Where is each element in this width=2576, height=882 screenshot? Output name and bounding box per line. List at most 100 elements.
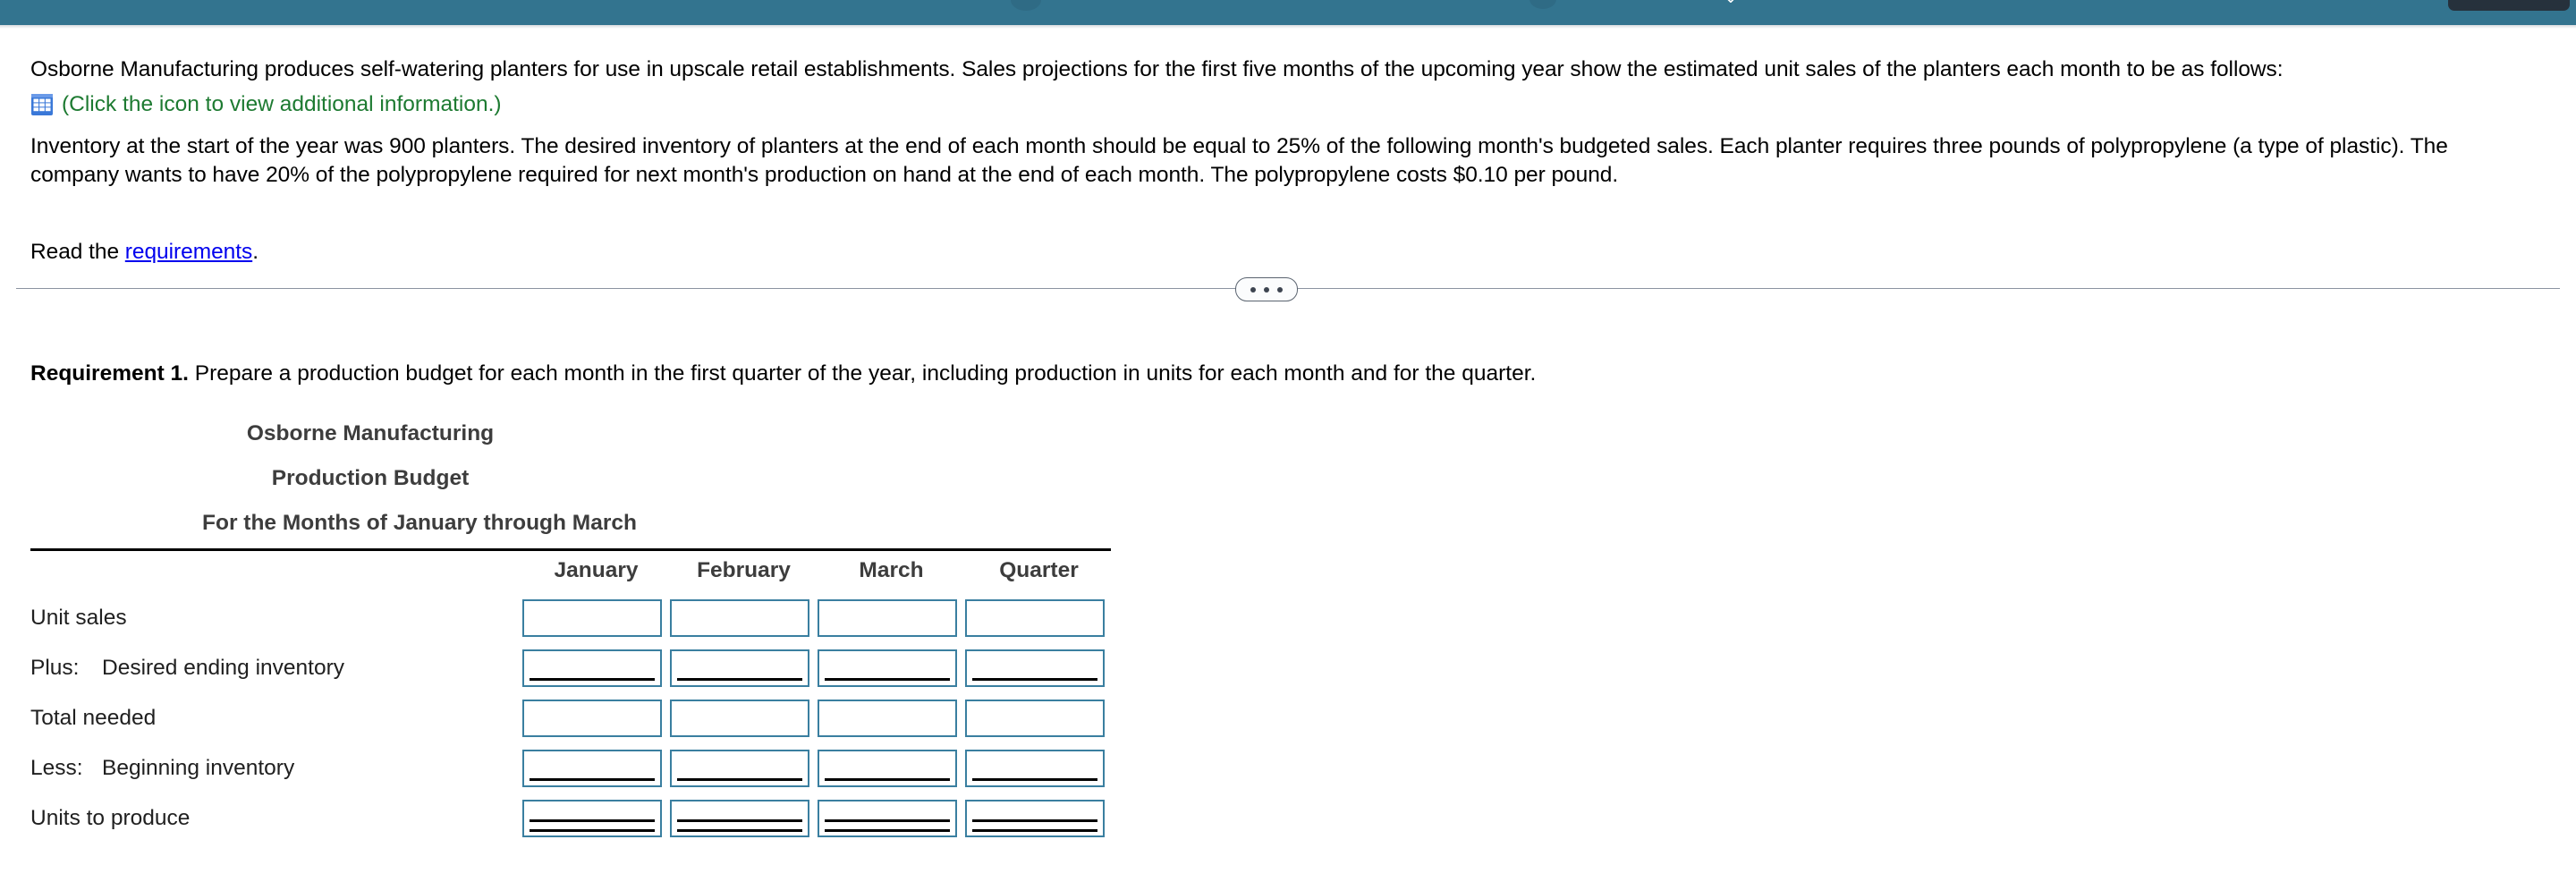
row-label-text: Units to produce	[30, 806, 191, 830]
additional-information-text[interactable]: (Click the icon to view additional infor…	[62, 93, 502, 116]
table-cell	[965, 793, 1113, 844]
additional-information-line: (Click the icon to view additional infor…	[0, 93, 502, 116]
ellipsis-dot	[1264, 286, 1269, 293]
double-underline-rule	[677, 819, 802, 832]
requirement-label: Requirement 1.	[30, 361, 189, 386]
row-label-lead: Plus:	[30, 656, 80, 680]
column-header-february: February	[697, 558, 791, 582]
table-cell	[670, 793, 818, 844]
table-cell	[522, 593, 670, 643]
double-underline-rule	[530, 819, 655, 832]
table-cell	[522, 643, 670, 693]
table-cell	[522, 693, 670, 743]
table-cell	[670, 643, 818, 693]
row-label-lead: Less:	[30, 756, 83, 780]
double-underline-rule	[972, 819, 1097, 832]
budget-period-title: For the Months of January through March	[202, 511, 637, 535]
cell-input-wrapper	[670, 750, 809, 787]
single-underline-rule	[530, 778, 655, 781]
requirement-1-heading: Requirement 1. Prepare a production budg…	[30, 360, 1536, 387]
double-underline-rule	[825, 819, 950, 832]
read-prefix: Read the	[30, 240, 125, 264]
cell-input-wrapper	[965, 649, 1105, 687]
cell-input[interactable]	[967, 701, 1103, 735]
cell-input-wrapper	[522, 599, 662, 637]
table-cell	[818, 643, 965, 693]
cell-input-wrapper	[522, 750, 662, 787]
table-cell	[965, 693, 1113, 743]
toolbar-icon-middle[interactable]	[1530, 0, 1556, 9]
cell-input[interactable]	[819, 601, 955, 635]
row-label-text: Total needed	[30, 706, 157, 730]
table-cell	[670, 593, 818, 643]
budget-company-title: Osborne Manufacturing	[246, 421, 495, 445]
cell-input-wrapper	[965, 750, 1105, 787]
cell-input-wrapper	[670, 599, 809, 637]
problem-paragraph-2: Inventory at the start of the year was 9…	[30, 134, 2448, 187]
single-underline-rule	[677, 778, 802, 781]
cell-input-wrapper	[965, 599, 1105, 637]
table-row: Total needed	[30, 693, 1113, 743]
problem-paragraph-1: Osborne Manufacturing produces self-wate…	[30, 57, 2284, 81]
production-budget-table: January February March Quarter Unit sale…	[30, 551, 1113, 844]
ellipsis-dot	[1277, 286, 1283, 293]
toolbar-action-button[interactable]	[2448, 0, 2570, 11]
read-requirements-line: Read the requirements.	[0, 238, 289, 267]
table-cell	[818, 743, 965, 793]
table-cell	[670, 693, 818, 743]
cell-input[interactable]	[967, 601, 1103, 635]
expand-ellipsis-button[interactable]	[1235, 277, 1298, 301]
single-underline-rule	[972, 678, 1097, 681]
cell-input[interactable]	[524, 701, 660, 735]
table-row: Less: Beginning inventory	[30, 743, 1113, 793]
cell-input-wrapper	[818, 599, 957, 637]
table-cell	[818, 593, 965, 643]
row-label-text: Desired ending inventory	[102, 656, 345, 680]
cell-input-wrapper	[670, 800, 809, 837]
section-divider	[0, 277, 2576, 301]
cell-input-wrapper	[818, 800, 957, 837]
cell-input[interactable]	[524, 601, 660, 635]
table-cell	[965, 643, 1113, 693]
cell-input[interactable]	[672, 701, 808, 735]
row-label: Plus: Desired ending inventory	[30, 643, 522, 693]
row-label-text: Unit sales	[30, 606, 127, 630]
row-label: Units to produce	[30, 793, 522, 844]
cell-input-wrapper	[670, 649, 809, 687]
row-label: Less: Beginning inventory	[30, 743, 522, 793]
table-header-row: January February March Quarter	[30, 551, 1113, 593]
row-label-text: Beginning inventory	[102, 756, 295, 780]
column-header-march: March	[859, 558, 924, 582]
toolbar-icon-left[interactable]	[1011, 0, 1041, 11]
requirement-text: Prepare a production budget for each mon…	[189, 361, 1537, 386]
cell-input-wrapper	[522, 800, 662, 837]
column-header-january: January	[554, 558, 639, 582]
table-cell	[818, 693, 965, 743]
single-underline-rule	[825, 778, 950, 781]
table-cell	[965, 593, 1113, 643]
read-suffix: .	[252, 240, 258, 264]
single-underline-rule	[972, 778, 1097, 781]
production-budget-sheet: Osborne Manufacturing Production Budget …	[30, 411, 1113, 844]
cell-input-wrapper	[522, 700, 662, 737]
requirements-link[interactable]: requirements	[125, 240, 252, 264]
cell-input-wrapper	[818, 750, 957, 787]
table-cell	[818, 793, 965, 844]
row-label: Total needed	[30, 693, 522, 743]
column-header-quarter: Quarter	[999, 558, 1079, 582]
cell-input[interactable]	[819, 701, 955, 735]
budget-statement-title: Production Budget	[271, 466, 470, 490]
chevron-down-icon[interactable]: ⌄	[1722, 0, 1740, 8]
row-label: Unit sales	[30, 593, 522, 643]
ellipsis-dot	[1250, 286, 1256, 293]
cell-input-wrapper	[670, 700, 809, 737]
browser-top-bar: ⌄	[0, 0, 2576, 25]
cell-input-wrapper	[522, 649, 662, 687]
spreadsheet-icon[interactable]	[30, 93, 54, 116]
row-label-header	[30, 551, 522, 593]
cell-input-wrapper	[965, 700, 1105, 737]
cell-input-wrapper	[818, 649, 957, 687]
cell-input[interactable]	[672, 601, 808, 635]
single-underline-rule	[677, 678, 802, 681]
table-body: Unit sales Plus: Desired ending inventory T…	[30, 593, 1113, 844]
